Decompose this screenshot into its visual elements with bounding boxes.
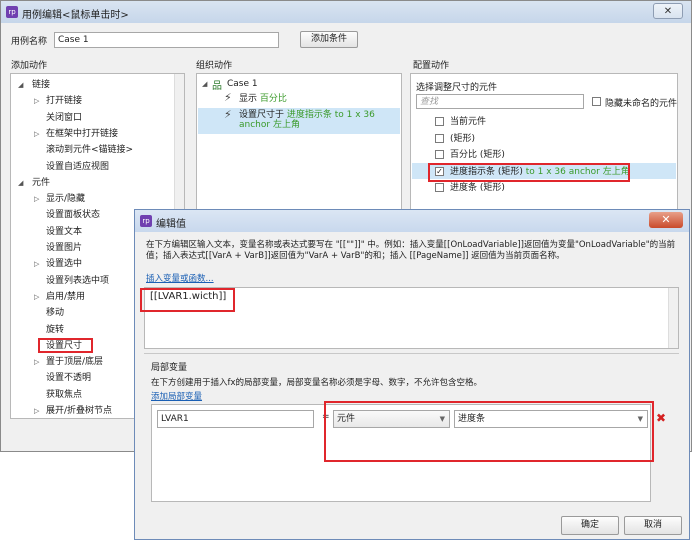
local-variable-name-input[interactable]: LVAR1: [157, 410, 314, 428]
widget-label: (矩形): [450, 133, 476, 144]
widget-item[interactable]: 进度条 (矩形): [450, 181, 505, 195]
configure-title: 选择调整尺寸的元件: [416, 83, 498, 93]
case-editor-close-button[interactable]: ✕: [653, 3, 683, 19]
collapse-triangle-icon[interactable]: ▷: [34, 407, 39, 415]
action-item[interactable]: 显示/隐藏: [46, 192, 85, 206]
action-item[interactable]: 在框架中打开链接: [46, 127, 118, 141]
widget-item[interactable]: 进度指示条 (矩形) to 1 x 36 anchor 左上角: [450, 165, 630, 179]
chevron-down-icon: ▼: [637, 415, 643, 423]
action-item[interactable]: 设置列表选中项: [46, 274, 109, 288]
action-item[interactable]: 滚动到元件<锚链接>: [46, 143, 133, 157]
widget-label: 进度指示条 (矩形): [450, 166, 523, 177]
lightning-icon: ⚡: [224, 91, 232, 104]
divider: [144, 353, 679, 354]
widget-item[interactable]: 当前元件: [450, 115, 486, 129]
organize-action-header: 组织动作: [196, 61, 233, 71]
local-variable-target-select[interactable]: 进度条 ▼: [454, 410, 648, 428]
action-item[interactable]: 关闭窗口: [46, 111, 82, 125]
action-item[interactable]: 启用/禁用: [46, 290, 85, 304]
add-action-header: 添加动作: [11, 61, 48, 71]
action-set-size-verb: 设置尺寸于: [239, 110, 285, 120]
local-variable-type-select[interactable]: 元件 ▼: [333, 410, 450, 428]
close-icon: ✕: [661, 213, 671, 226]
case-name-label: 用例名称: [11, 37, 48, 47]
action-category[interactable]: 元件: [32, 176, 50, 190]
local-variables-description: 在下方创建用于插入fx的局部变量，局部变量名称必须是字母、数字，不允许包含空格。: [151, 378, 483, 388]
collapse-triangle-icon[interactable]: ▷: [34, 97, 39, 105]
collapse-triangle-icon[interactable]: ▷: [34, 260, 39, 268]
widget-label: 进度条 (矩形): [450, 183, 505, 193]
action-item[interactable]: 获取焦点: [46, 388, 82, 402]
lightning-icon: ⚡: [224, 108, 232, 121]
action-item[interactable]: 设置面板状态: [46, 208, 100, 222]
expand-triangle-icon: ◢: [202, 80, 208, 88]
expand-triangle-icon[interactable]: ◢: [18, 179, 23, 187]
action-item[interactable]: 设置尺寸: [46, 339, 82, 353]
edit-value-title: 编辑值: [156, 219, 186, 230]
case-node[interactable]: Case 1: [227, 77, 258, 91]
collapse-triangle-icon[interactable]: ▷: [34, 358, 39, 366]
action-show-verb: 显示: [239, 94, 258, 104]
collapse-triangle-icon[interactable]: ▷: [34, 293, 39, 301]
action-category[interactable]: 链接: [32, 78, 50, 92]
local-variables-list: LVAR1 = 元件 ▼ 进度条 ▼: [151, 404, 651, 502]
app-logo-icon: rp: [6, 6, 18, 18]
collapse-triangle-icon[interactable]: ▷: [34, 195, 39, 203]
widget-item[interactable]: 百分比 (矩形): [450, 148, 505, 162]
app-logo-icon: rp: [140, 215, 152, 227]
action-item[interactable]: 设置自适应视图: [46, 160, 109, 174]
collapse-triangle-icon[interactable]: ▷: [34, 130, 39, 138]
action-item[interactable]: 设置不透明: [46, 371, 91, 385]
ok-button[interactable]: 确定: [561, 516, 619, 535]
expand-triangle-icon[interactable]: ◢: [18, 81, 23, 89]
add-local-variable-link[interactable]: 添加局部变量: [151, 390, 202, 402]
action-item[interactable]: 设置文本: [46, 225, 82, 239]
expression-text: [[LVAR1.wicth]]: [150, 291, 227, 302]
case-editor-title: 用例编辑<鼠标单击时>: [22, 10, 129, 21]
widget-config-suffix: to 1 x 36 anchor 左上角: [525, 166, 630, 177]
action-item[interactable]: 移动: [46, 306, 64, 320]
action-show-target: 百分比: [259, 94, 287, 104]
widget-checkbox[interactable]: [435, 183, 444, 192]
action-item[interactable]: 旋转: [46, 323, 64, 337]
widget-label: 百分比 (矩形): [450, 150, 505, 160]
case-editor-titlebar: rp 用例编辑<鼠标单击时> ✕: [1, 1, 691, 23]
widget-label: 当前元件: [450, 117, 487, 127]
action-item[interactable]: 设置图片: [46, 241, 82, 255]
action-item[interactable]: 展开/折叠树节点: [46, 404, 112, 418]
hide-unnamed-checkbox[interactable]: [592, 97, 601, 106]
action-show[interactable]: 显示 百分比: [239, 92, 287, 106]
edit-value-dialog: rp 编辑值 ✕ 在下方编辑区输入文本，变量名称或表达式要写在 "[[""]]"…: [134, 209, 690, 540]
widget-checkbox[interactable]: [435, 150, 444, 159]
edit-value-titlebar: rp 编辑值 ✕: [135, 210, 689, 232]
add-condition-button[interactable]: 添加条件: [300, 31, 358, 48]
delete-variable-icon[interactable]: ✖: [656, 411, 666, 425]
action-item[interactable]: 设置选中: [46, 257, 82, 271]
widget-checkbox[interactable]: [435, 117, 444, 126]
widget-item[interactable]: (矩形): [450, 132, 475, 146]
case-node-icon: 品: [212, 81, 222, 92]
edit-value-close-button[interactable]: ✕: [649, 212, 683, 228]
configure-action-header: 配置动作: [413, 61, 450, 71]
local-variable-type-value: 元件: [337, 414, 356, 424]
widget-search-input[interactable]: 查找: [416, 94, 584, 109]
widget-checkbox[interactable]: [435, 133, 444, 143]
edit-value-description: 在下方编辑区输入文本，变量名称或表达式要写在 "[[""]]" 中。例如：插入变…: [146, 240, 676, 261]
local-variable-target-value: 进度条: [458, 414, 486, 424]
local-variables-header: 局部变量: [151, 363, 188, 373]
hide-unnamed-label: 隐藏未命名的元件: [605, 99, 678, 109]
insert-variable-link[interactable]: 插入变量或函数...: [146, 272, 214, 284]
textarea-scrollbar[interactable]: [668, 288, 678, 348]
case-name-input[interactable]: Case 1: [54, 32, 279, 48]
action-item[interactable]: 置于顶层/底层: [46, 355, 103, 369]
action-item[interactable]: 打开链接: [46, 94, 82, 108]
close-icon: ✕: [663, 6, 673, 17]
chevron-down-icon: ▼: [439, 415, 445, 423]
expression-textarea[interactable]: [[LVAR1.wicth]]: [144, 287, 679, 349]
equals-sign: =: [322, 412, 330, 422]
cancel-button[interactable]: 取消: [624, 516, 682, 535]
widget-checkbox[interactable]: ✓: [435, 166, 444, 176]
action-set-size[interactable]: 设置尺寸于 进度指示条 to 1 x 36 anchor 左上角: [239, 110, 399, 130]
